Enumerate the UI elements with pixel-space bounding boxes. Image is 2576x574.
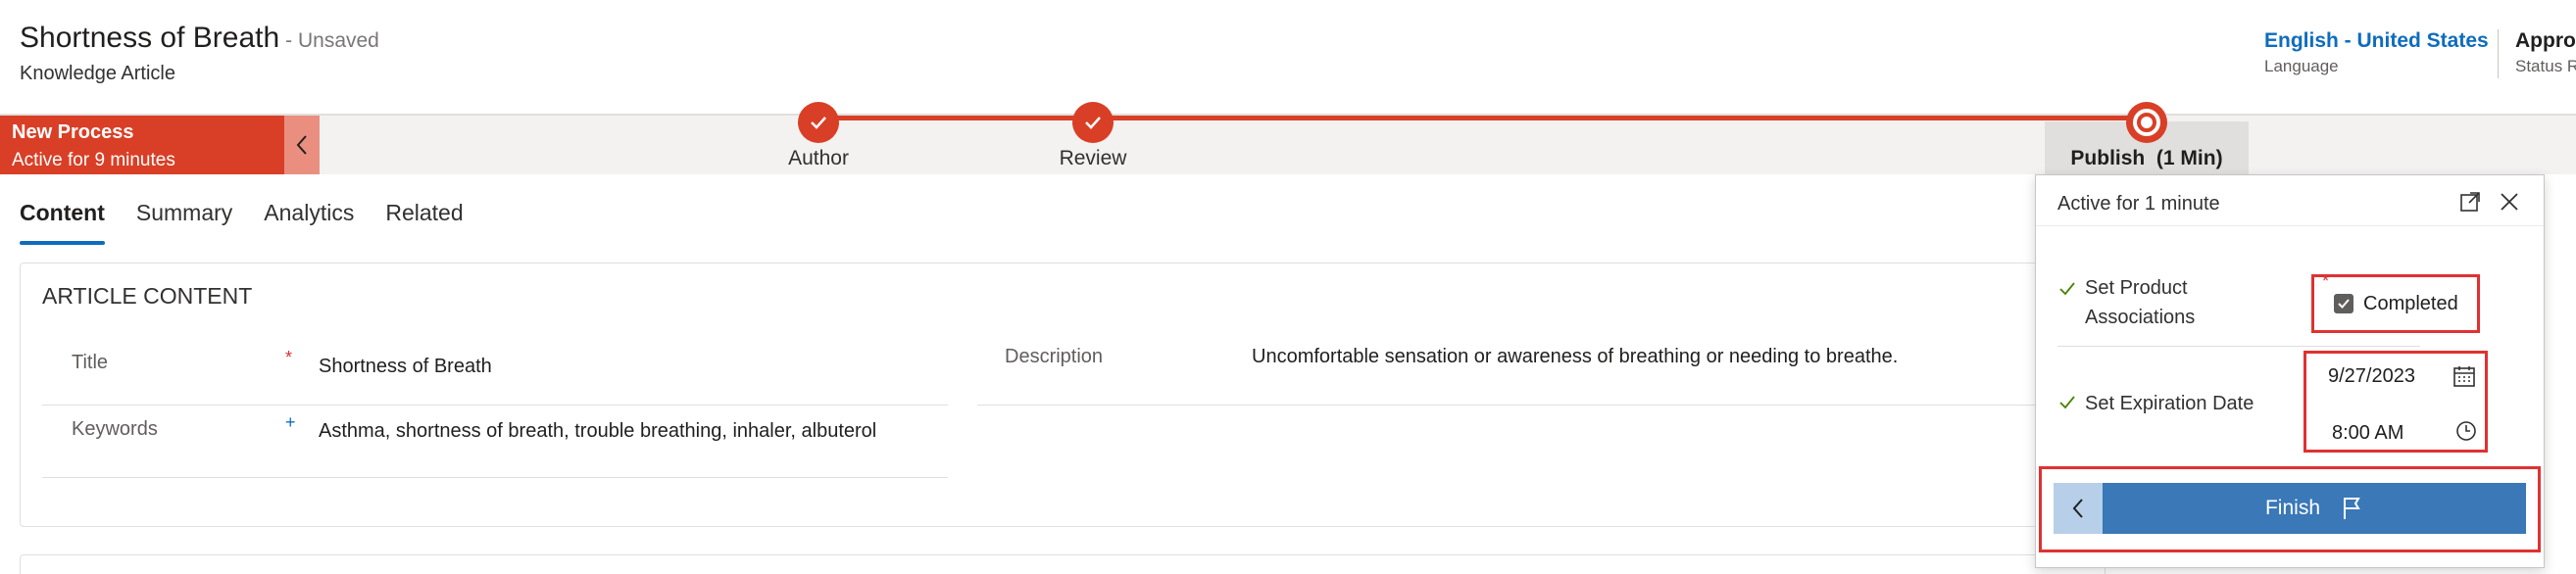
stage-active-core (2141, 117, 2153, 128)
step-label: Set Product Associations (2085, 273, 2195, 332)
tab-content[interactable]: Content (20, 200, 105, 245)
field-divider (42, 477, 948, 478)
stage-review[interactable]: Review (1039, 102, 1147, 170)
stage-completed-marker (1072, 102, 1114, 143)
completed-label: Completed (2363, 292, 2458, 314)
description-label: Description (1005, 346, 1104, 367)
status-reason-label: Status Reason (2515, 57, 2576, 75)
article-content-section: ARTICLE CONTENT Title * Shortness of Bre… (20, 263, 2105, 527)
required-marker: * (285, 348, 293, 367)
language-link[interactable]: English - United States (2264, 29, 2489, 53)
finish-button[interactable]: Finish (2103, 483, 2526, 534)
finish-label: Finish (2264, 497, 2321, 519)
check-icon (1085, 117, 1101, 129)
page-title: Shortness of Breath - Unsaved (20, 22, 379, 55)
stage-active-ring (2133, 109, 2160, 136)
stage-completed-marker (798, 102, 839, 143)
business-process-flow: New Process Active for 9 minutes Author … (0, 102, 2576, 176)
stage-author[interactable]: Author (765, 102, 872, 170)
stage-active-time: Active for 1 minute (2057, 193, 2220, 215)
calendar-icon[interactable] (2452, 363, 2477, 389)
step-label-line1: Set Product (2085, 277, 2188, 299)
form-header: Shortness of Breath - Unsaved Knowledge A… (0, 0, 2576, 114)
completed-checkbox-field[interactable]: Completed (2311, 274, 2480, 333)
expand-icon[interactable] (2457, 189, 2483, 215)
title-field[interactable]: Shortness of Breath (319, 356, 492, 378)
stage-label: Author (788, 147, 849, 169)
unsaved-indicator: - Unsaved (285, 29, 379, 52)
section-title: ARTICLE CONTENT (42, 283, 253, 309)
process-progress-line (821, 116, 2147, 120)
expiration-date-field: 9/27/2023 8:00 AM (2304, 351, 2488, 453)
process-info[interactable]: New Process Active for 9 minutes (0, 116, 284, 174)
step-label-line2: Associations (2085, 307, 2196, 328)
chevron-left-icon (2072, 499, 2083, 518)
description-field[interactable]: Uncomfortable sensation or awareness of … (1252, 346, 1898, 368)
stage-publish[interactable]: Publish (1 Min) (2058, 102, 2235, 170)
stage-duration: (1 Min) (2155, 147, 2223, 169)
flyout-header: Active for 1 minute (2036, 175, 2544, 226)
check-icon (2059, 282, 2075, 296)
keywords-field[interactable]: Asthma, shortness of breath, trouble bre… (319, 420, 876, 443)
record-title: Shortness of Breath (20, 22, 280, 54)
check-icon (811, 117, 826, 129)
next-section (20, 554, 2105, 574)
date-input[interactable]: 9/27/2023 (2328, 365, 2415, 388)
field-divider (42, 405, 948, 406)
process-name: New Process (12, 121, 134, 143)
flag-icon (2344, 498, 2360, 519)
keywords-label: Keywords (72, 418, 158, 440)
process-active-time: Active for 9 minutes (12, 150, 175, 170)
chevron-left-icon (296, 135, 307, 155)
header-divider (2498, 29, 2499, 78)
check-icon (2059, 396, 2075, 409)
time-input[interactable]: 8:00 AM (2332, 422, 2403, 445)
close-icon[interactable] (2497, 189, 2522, 215)
checkmark-icon (2338, 299, 2350, 309)
tab-summary[interactable]: Summary (136, 200, 232, 245)
checkbox[interactable] (2334, 294, 2353, 313)
entity-type-label: Knowledge Article (20, 63, 175, 84)
step-divider (2057, 346, 2420, 347)
title-label: Title (72, 352, 109, 373)
collapse-process-button[interactable] (284, 116, 320, 174)
form-tabs: Content Summary Analytics Related (20, 200, 464, 245)
clock-icon[interactable] (2455, 420, 2477, 442)
tab-analytics[interactable]: Analytics (264, 200, 354, 245)
flyout-footer: Finish (2039, 466, 2541, 552)
tab-related[interactable]: Related (385, 200, 463, 245)
recommended-marker: + (285, 412, 296, 432)
stage-label-active: Publish (1 Min) (2058, 147, 2235, 170)
stage-active-marker (2126, 102, 2167, 143)
stage-label: Review (1059, 147, 1127, 169)
language-label: Language (2264, 57, 2339, 75)
field-divider (977, 405, 2085, 406)
previous-stage-button[interactable] (2054, 483, 2103, 534)
status-reason-value: Approved (2515, 29, 2576, 52)
step-label: Set Expiration Date (2085, 393, 2254, 414)
stage-name: Publish (2070, 147, 2146, 169)
